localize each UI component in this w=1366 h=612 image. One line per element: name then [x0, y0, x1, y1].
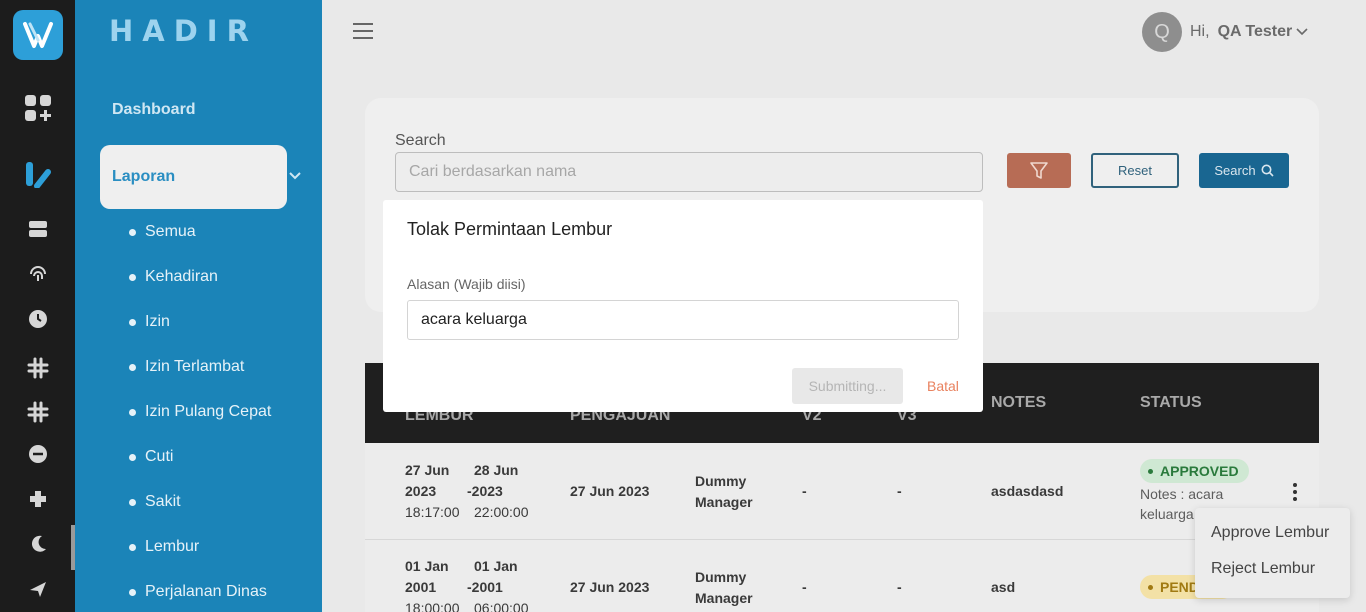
reason-input[interactable]: acara keluarga [407, 300, 959, 340]
cancel-button[interactable]: Batal [927, 378, 959, 394]
reject-overtime-modal: Tolak Permintaan Lembur Alasan (Wajib di… [383, 200, 983, 412]
modal-title: Tolak Permintaan Lembur [407, 219, 613, 239]
submit-button[interactable]: Submitting... [792, 368, 903, 404]
reason-label: Alasan (Wajib diisi) [407, 276, 526, 292]
